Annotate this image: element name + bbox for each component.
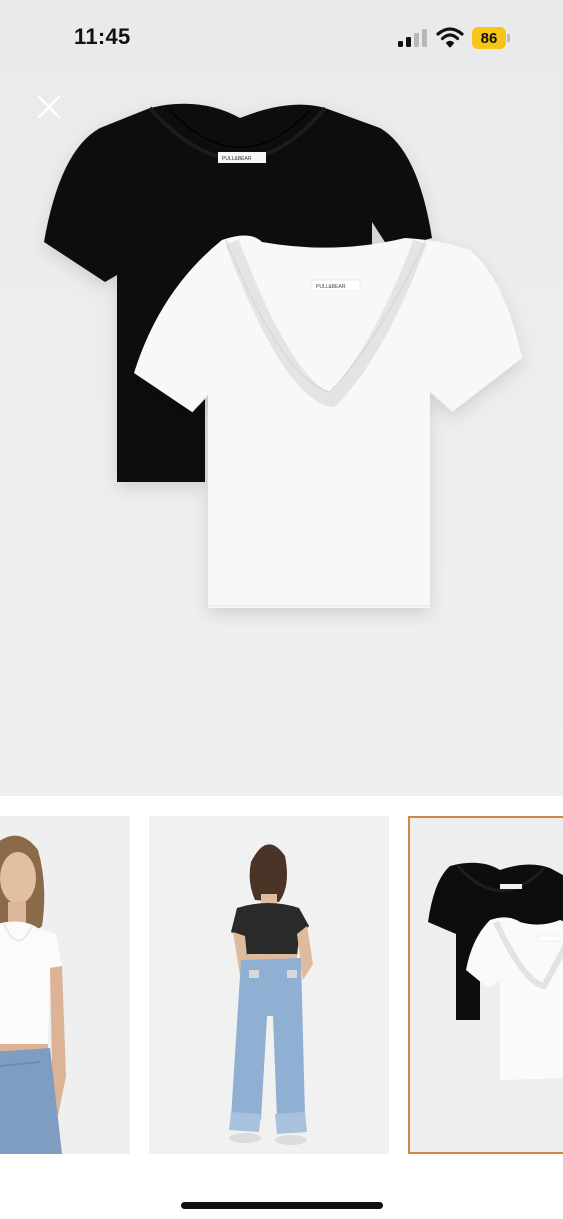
main-product-image[interactable]: PULL&BEAR PULL&BEAR [0,90,563,650]
thumbnail-model-front[interactable] [0,816,130,1154]
thumbnail-image-3 [410,818,563,1152]
wifi-icon [436,27,464,48]
garment-label-text-white: PULL&BEAR [316,284,346,290]
status-bar: 11:45 86 [0,0,563,76]
thumbnail-strip [0,796,563,1176]
thumbnail-image-1 [0,816,130,1154]
battery-level: 86 [472,27,506,49]
signal-icon [398,29,427,47]
battery-icon: 86 [472,27,510,49]
thumbnail-image-2 [149,816,389,1154]
thumbnail-product-selected[interactable] [408,816,563,1154]
thumbnail-model-back[interactable] [149,816,389,1154]
status-time: 11:45 [74,24,131,49]
product-image-viewer: 11:45 86 PULL&BEAR PULL&BEAR [0,0,563,796]
home-indicator[interactable] [181,1202,383,1209]
battery-tip [507,34,510,42]
garment-label-text-black: PULL&BEAR [222,156,252,162]
